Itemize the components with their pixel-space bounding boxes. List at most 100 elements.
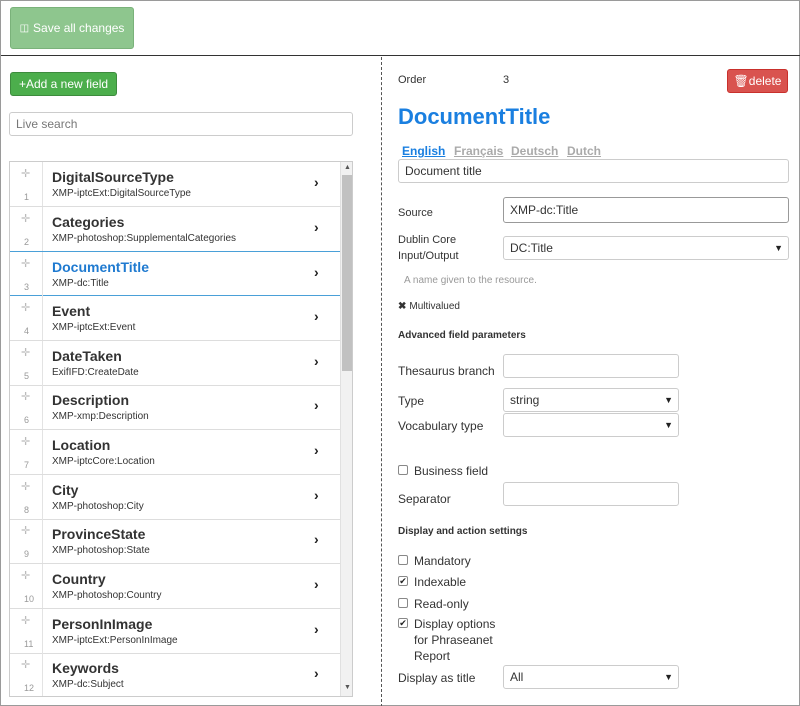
- label-input[interactable]: Document title: [398, 159, 789, 183]
- field-source: ExifIFD:CreateDate: [52, 367, 139, 378]
- add-field-button[interactable]: +Add a new field: [10, 72, 117, 96]
- list-item[interactable]: ✛ 1 DigitalSourceType XMP-iptcExt:Digital…: [10, 162, 340, 207]
- vocabulary-select[interactable]: ▼: [503, 413, 679, 437]
- separator-input[interactable]: [503, 482, 679, 506]
- tab-english[interactable]: English: [402, 144, 445, 158]
- field-order-number: 8: [24, 505, 30, 515]
- multivalued-label: Multivalued: [409, 301, 460, 312]
- tab-dutch[interactable]: Dutch: [567, 144, 601, 158]
- caret-down-icon: ▼: [774, 243, 783, 253]
- field-order-number: 11: [24, 639, 34, 649]
- display-title-select[interactable]: All ▼: [503, 665, 679, 689]
- chevron-right-icon: ›: [314, 353, 319, 369]
- mandatory-checkbox[interactable]: [398, 555, 408, 565]
- list-item[interactable]: ✛ 7 Location XMP-iptcCore:Location ›: [10, 430, 340, 475]
- caret-down-icon: ▼: [664, 395, 673, 405]
- field-order-number: 7: [24, 460, 30, 470]
- list-item[interactable]: ✛ 9 ProvinceState XMP-photoshop:State ›: [10, 519, 340, 564]
- trash-icon: 🗑: [733, 74, 749, 88]
- field-name: ProvinceState: [52, 526, 146, 542]
- caret-down-icon: ▼: [664, 672, 673, 682]
- list-item[interactable]: ✛ 2 Categories XMP-photoshop:Supplemental…: [10, 207, 340, 252]
- source-input[interactable]: XMP-dc:Title: [503, 197, 789, 223]
- delete-button[interactable]: 🗑 delete: [727, 69, 788, 93]
- drag-handle[interactable]: ✛ 9: [10, 519, 43, 563]
- drag-icon: ✛: [21, 436, 31, 448]
- advanced-heading: Advanced field parameters: [398, 330, 526, 341]
- list-item-selected[interactable]: ✛ 3 DocumentTitle XMP-dc:Title ›: [10, 251, 340, 296]
- list-item[interactable]: ✛ 6 Description XMP-xmp:Description ›: [10, 385, 340, 430]
- chevron-right-icon: ›: [314, 576, 319, 592]
- dc-label-line2: Input/Output: [398, 250, 459, 262]
- vocabulary-label: Vocabulary type: [398, 419, 484, 433]
- drag-handle[interactable]: ✛ 2: [10, 207, 43, 251]
- caret-down-icon: ▼: [664, 420, 673, 430]
- readonly-checkbox[interactable]: [398, 598, 408, 608]
- drag-handle[interactable]: ✛ 3: [10, 252, 43, 296]
- list-item[interactable]: ✛ 10 Country XMP-photoshop:Country ›: [10, 564, 340, 609]
- dc-select[interactable]: DC:Title ▼: [503, 236, 789, 260]
- thesaurus-input[interactable]: [503, 354, 679, 378]
- drag-handle[interactable]: ✛ 7: [10, 430, 43, 474]
- chevron-right-icon: ›: [314, 397, 319, 413]
- multivalued-flag: ✖ Multivalued: [398, 301, 460, 312]
- dc-select-value: DC:Title: [510, 241, 553, 255]
- drag-handle[interactable]: ✛ 8: [10, 475, 43, 519]
- save-all-button[interactable]: ◫ Save all changes: [10, 7, 134, 49]
- list-scrollbar[interactable]: ▲ ▼: [340, 162, 352, 696]
- scroll-down-icon[interactable]: ▼: [344, 684, 351, 691]
- field-source: XMP-dc:Subject: [52, 679, 124, 690]
- drag-icon: ✛: [21, 525, 31, 537]
- scroll-thumb[interactable]: [342, 175, 352, 371]
- field-order-number: 6: [24, 415, 30, 425]
- drag-icon: ✛: [21, 213, 31, 225]
- readonly-label: Read-only: [414, 597, 469, 611]
- chevron-right-icon: ›: [314, 308, 319, 324]
- drag-handle[interactable]: ✛ 10: [10, 564, 43, 608]
- chevron-right-icon: ›: [314, 531, 319, 547]
- list-item[interactable]: ✛ 4 Event XMP-iptcExt:Event ›: [10, 296, 340, 341]
- tab-deutsch[interactable]: Deutsch: [511, 144, 558, 158]
- indexable-checkbox[interactable]: ✔: [398, 576, 408, 586]
- drag-handle[interactable]: ✛ 6: [10, 385, 43, 429]
- field-order-number: 10: [24, 594, 35, 604]
- field-list: ✛ 1 DigitalSourceType XMP-iptcExt:Digital…: [9, 161, 353, 697]
- live-search-input[interactable]: [9, 112, 353, 136]
- report-label-line2: for Phraseanet: [414, 633, 493, 647]
- field-name: Country: [52, 571, 106, 587]
- field-source: XMP-photoshop:State: [52, 545, 150, 556]
- list-item[interactable]: ✛ 5 DateTaken ExifIFD:CreateDate ›: [10, 341, 340, 386]
- chevron-right-icon: ›: [314, 621, 319, 637]
- field-name: PersonInImage: [52, 616, 153, 632]
- field-order-number: 4: [24, 326, 30, 336]
- field-source: XMP-photoshop:Country: [52, 590, 162, 601]
- delete-label: delete: [748, 74, 782, 88]
- dc-help-text: A name given to the resource.: [404, 275, 537, 286]
- field-order-number: 5: [24, 371, 30, 381]
- scroll-up-icon[interactable]: ▲: [344, 164, 351, 171]
- business-checkbox[interactable]: [398, 465, 408, 475]
- list-item[interactable]: ✛ 11 PersonInImage XMP-iptcExt:PersonInIm…: [10, 609, 340, 654]
- field-source: XMP-xmp:Description: [52, 411, 149, 422]
- field-name: Location: [52, 437, 111, 453]
- type-select[interactable]: string ▼: [503, 388, 679, 412]
- drag-handle[interactable]: ✛ 4: [10, 296, 43, 340]
- field-source: XMP-iptcExt:DigitalSourceType: [52, 188, 191, 199]
- drag-handle[interactable]: ✛ 12: [10, 653, 43, 696]
- display-heading: Display and action settings: [398, 526, 528, 537]
- drag-handle[interactable]: ✛ 5: [10, 341, 43, 385]
- drag-handle[interactable]: ✛ 1: [10, 162, 43, 206]
- type-select-value: string: [510, 393, 540, 407]
- list-item[interactable]: ✛ 8 City XMP-photoshop:City ›: [10, 475, 340, 520]
- field-name: City: [52, 482, 79, 498]
- mandatory-label: Mandatory: [414, 554, 471, 568]
- drag-handle[interactable]: ✛ 11: [10, 609, 43, 653]
- list-item[interactable]: ✛ 12 Keywords XMP-dc:Subject ›: [10, 653, 340, 696]
- field-name: Keywords: [52, 660, 119, 676]
- cross-icon: ✖: [398, 301, 407, 312]
- app-frame: ◫ Save all changes +Add a new field ✛1 D…: [0, 0, 800, 706]
- add-field-label: +Add a new field: [18, 77, 109, 91]
- tab-francais[interactable]: Français: [454, 144, 503, 158]
- report-checkbox[interactable]: ✔: [398, 618, 408, 628]
- drag-icon: ✛: [21, 570, 31, 582]
